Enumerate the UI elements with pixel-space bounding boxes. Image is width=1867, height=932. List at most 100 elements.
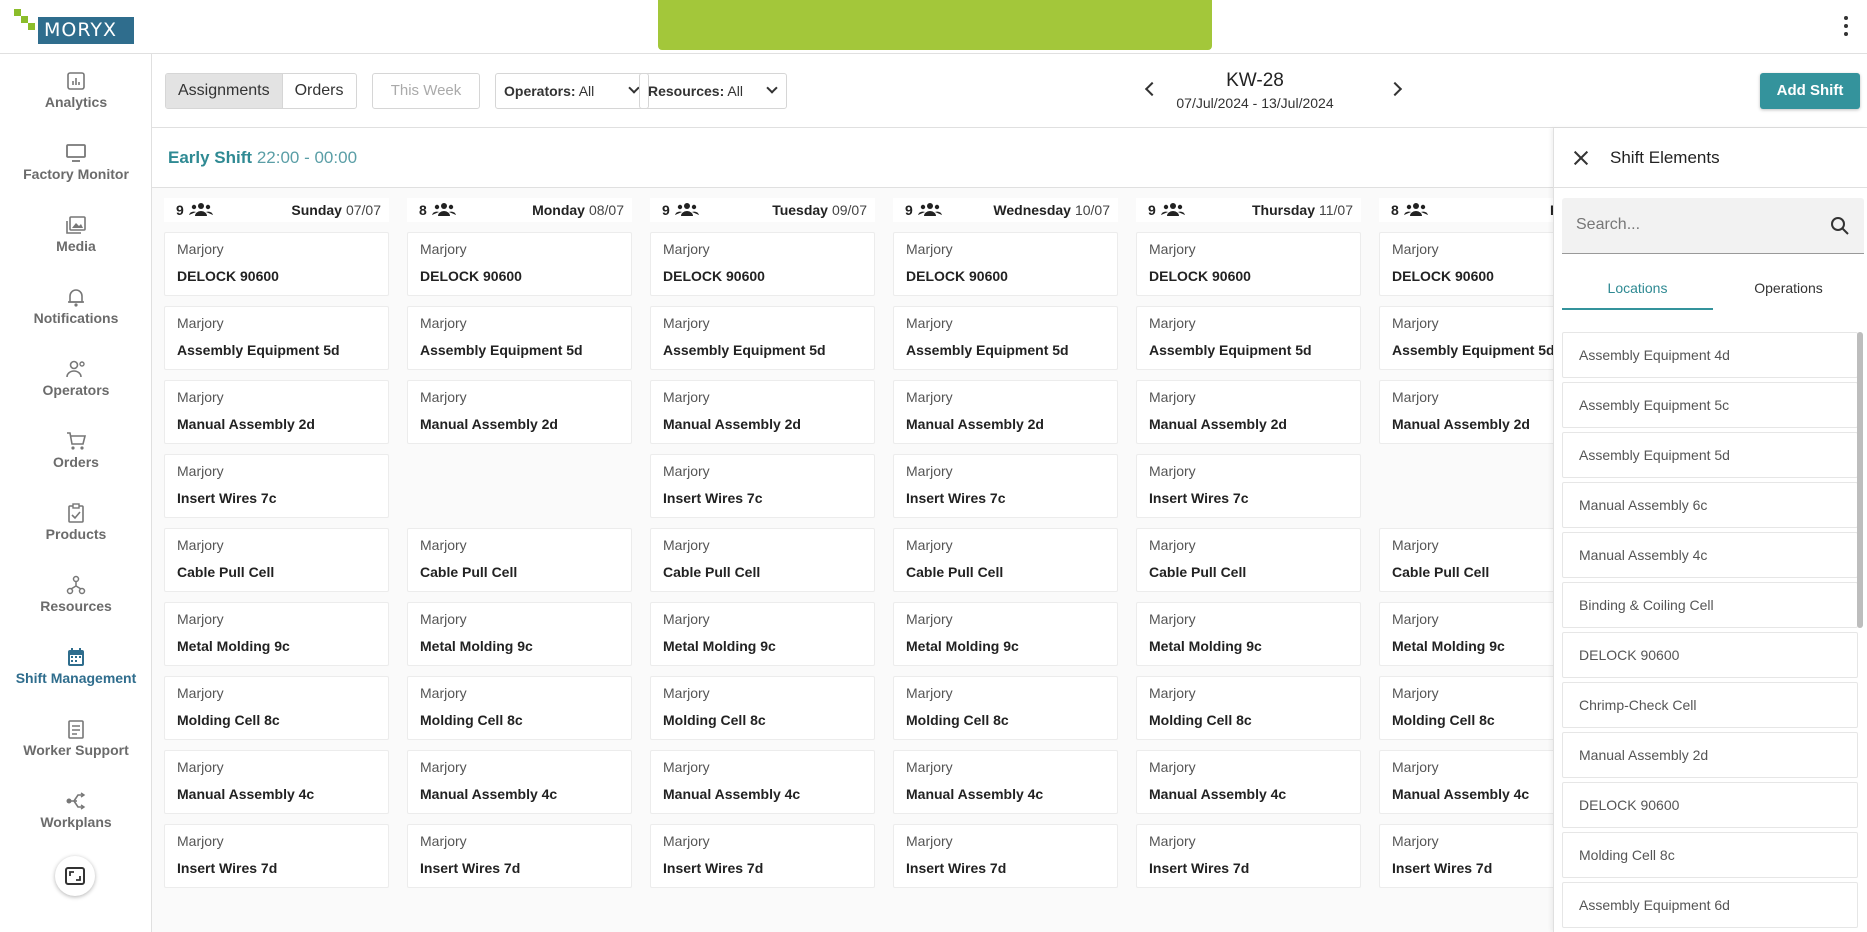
- people-icon: [1403, 202, 1428, 219]
- assignment-card[interactable]: Marjory Assembly Equipment 5d: [893, 306, 1118, 370]
- shift-header[interactable]: Early Shift 22:00 - 00:00: [152, 128, 1553, 188]
- sidebar-item-resources[interactable]: Resources: [0, 566, 152, 626]
- assignment-card[interactable]: Marjory Molding Cell 8c: [407, 676, 632, 740]
- location-item[interactable]: Manual Assembly 6c: [1562, 482, 1858, 528]
- assignment-card[interactable]: Marjory Insert Wires 7d: [164, 824, 389, 888]
- sidebar-item-workplans[interactable]: Workplans: [0, 782, 152, 842]
- assignment-card[interactable]: Marjory Insert Wires 7d: [1136, 824, 1361, 888]
- assignment-card[interactable]: Marjory Metal Molding 9c: [1136, 602, 1361, 666]
- tab-locations[interactable]: Locations: [1562, 268, 1713, 310]
- expand-sidebar-button[interactable]: [55, 856, 95, 896]
- next-week-icon[interactable]: [1387, 81, 1403, 97]
- search-input[interactable]: [1562, 198, 1812, 252]
- assignment-card[interactable]: Marjory Insert Wires 7d: [407, 824, 632, 888]
- assignment-card[interactable]: Marjory Assembly Equipment 5d: [407, 306, 632, 370]
- operators-filter[interactable]: Operators: All: [495, 73, 649, 109]
- assignment-card[interactable]: Marjory DELOCK 90600: [1379, 232, 1553, 296]
- operator-name: Marjory: [177, 537, 224, 553]
- operator-name: Marjory: [420, 611, 467, 627]
- assignment-card[interactable]: Marjory Assembly Equipment 5d: [650, 306, 875, 370]
- assignment-card[interactable]: Marjory Manual Assembly 2d: [650, 380, 875, 444]
- operator-name: Marjory: [1392, 833, 1439, 849]
- assignment-card[interactable]: Marjory Insert Wires 7d: [893, 824, 1118, 888]
- assignment-card[interactable]: Marjory Cable Pull Cell: [164, 528, 389, 592]
- assignment-card[interactable]: Marjory Metal Molding 9c: [1379, 602, 1553, 666]
- assignment-card[interactable]: Marjory Manual Assembly 2d: [1136, 380, 1361, 444]
- assignment-card[interactable]: Marjory Molding Cell 8c: [1136, 676, 1361, 740]
- this-week-button[interactable]: This Week: [372, 73, 480, 109]
- location-item[interactable]: Assembly Equipment 4d: [1562, 332, 1858, 378]
- chevron-down-icon: [628, 82, 640, 94]
- sidebar-item-operators[interactable]: Operators: [0, 350, 152, 410]
- sidebar-item-shift-management[interactable]: Shift Management: [0, 638, 152, 698]
- assignment-card[interactable]: Marjory Cable Pull Cell: [407, 528, 632, 592]
- more-menu-icon[interactable]: [1843, 16, 1849, 36]
- sidebar-item-factory-monitor[interactable]: Factory Monitor: [0, 134, 152, 194]
- operator-count: 9: [1148, 202, 1156, 218]
- assignment-card[interactable]: Marjory DELOCK 90600: [407, 232, 632, 296]
- assignment-card[interactable]: Marjory Manual Assembly 2d: [407, 380, 632, 444]
- location-item[interactable]: DELOCK 90600: [1562, 782, 1858, 828]
- assignment-card[interactable]: Marjory Manual Assembly 4c: [407, 750, 632, 814]
- assignment-card[interactable]: Marjory Metal Molding 9c: [407, 602, 632, 666]
- sidebar-item-analytics[interactable]: Analytics: [0, 62, 152, 122]
- location-item[interactable]: Binding & Coiling Cell: [1562, 582, 1858, 628]
- assignment-card[interactable]: Marjory Manual Assembly 4c: [1379, 750, 1553, 814]
- assignment-card[interactable]: Marjory Molding Cell 8c: [893, 676, 1118, 740]
- assignment-card[interactable]: Marjory Insert Wires 7c: [1136, 454, 1361, 518]
- resources-filter[interactable]: Resources: All: [639, 73, 787, 109]
- sidebar-item-notifications[interactable]: Notifications: [0, 278, 152, 338]
- tab-operations[interactable]: Operations: [1713, 268, 1864, 310]
- close-icon[interactable]: [1574, 151, 1588, 165]
- assignment-card[interactable]: Marjory Manual Assembly 2d: [164, 380, 389, 444]
- assignment-card[interactable]: Marjory Manual Assembly 4c: [650, 750, 875, 814]
- scrollbar[interactable]: [1857, 332, 1863, 628]
- assignment-card[interactable]: Marjory Manual Assembly 2d: [893, 380, 1118, 444]
- add-shift-button[interactable]: Add Shift: [1760, 73, 1860, 109]
- assignment-card[interactable]: Marjory Cable Pull Cell: [1136, 528, 1361, 592]
- moryx-logo[interactable]: MORYX: [14, 9, 134, 45]
- assignment-card[interactable]: Marjory Insert Wires 7d: [650, 824, 875, 888]
- location-item[interactable]: Chrimp-Check Cell: [1562, 682, 1858, 728]
- assignment-card[interactable]: Marjory Insert Wires 7c: [893, 454, 1118, 518]
- assignment-card[interactable]: Marjory Assembly Equipment 5d: [1379, 306, 1553, 370]
- assignment-card[interactable]: Marjory Cable Pull Cell: [650, 528, 875, 592]
- assignment-card[interactable]: Marjory DELOCK 90600: [893, 232, 1118, 296]
- assignment-card[interactable]: Marjory Assembly Equipment 5d: [164, 306, 389, 370]
- search-icon[interactable]: [1830, 216, 1850, 236]
- sidebar-item-products[interactable]: Products: [0, 494, 152, 554]
- assignment-card[interactable]: Marjory Cable Pull Cell: [1379, 528, 1553, 592]
- sidebar-item-media[interactable]: Media: [0, 206, 152, 266]
- location-item[interactable]: Assembly Equipment 5d: [1562, 432, 1858, 478]
- assignment-card[interactable]: Marjory Metal Molding 9c: [893, 602, 1118, 666]
- location-item[interactable]: Manual Assembly 4c: [1562, 532, 1858, 578]
- day-name: Monday: [532, 202, 585, 218]
- location-item[interactable]: Assembly Equipment 5c: [1562, 382, 1858, 428]
- sidebar-item-worker-support[interactable]: Worker Support: [0, 710, 152, 770]
- location-item[interactable]: DELOCK 90600: [1562, 632, 1858, 678]
- location-item[interactable]: Manual Assembly 2d: [1562, 732, 1858, 778]
- assignment-card[interactable]: Marjory DELOCK 90600: [1136, 232, 1361, 296]
- assignment-card[interactable]: Marjory Assembly Equipment 5d: [1136, 306, 1361, 370]
- location-item[interactable]: Molding Cell 8c: [1562, 832, 1858, 878]
- assignment-card[interactable]: Marjory Molding Cell 8c: [1379, 676, 1553, 740]
- assignments-tab[interactable]: Assignments: [166, 74, 282, 108]
- sidebar-item-orders[interactable]: Orders: [0, 422, 152, 482]
- assignment-card[interactable]: Marjory Insert Wires 7c: [650, 454, 875, 518]
- assignment-card[interactable]: Marjory DELOCK 90600: [164, 232, 389, 296]
- assignment-card[interactable]: Marjory Molding Cell 8c: [164, 676, 389, 740]
- assignment-card[interactable]: Marjory Insert Wires 7c: [164, 454, 389, 518]
- location-item[interactable]: Assembly Equipment 6d: [1562, 882, 1858, 928]
- assignment-card[interactable]: Marjory Manual Assembly 4c: [164, 750, 389, 814]
- assignment-card[interactable]: Marjory Manual Assembly 4c: [893, 750, 1118, 814]
- assignment-card[interactable]: Marjory Insert Wires 7d: [1379, 824, 1553, 888]
- assignment-card[interactable]: Marjory Metal Molding 9c: [164, 602, 389, 666]
- assignment-card[interactable]: Marjory Manual Assembly 4c: [1136, 750, 1361, 814]
- assignment-card[interactable]: Marjory Cable Pull Cell: [893, 528, 1118, 592]
- orders-tab[interactable]: Orders: [281, 74, 356, 108]
- assignment-card[interactable]: Marjory DELOCK 90600: [650, 232, 875, 296]
- assignment-card[interactable]: Marjory Metal Molding 9c: [650, 602, 875, 666]
- operator-count: 8: [419, 202, 427, 218]
- assignment-card[interactable]: Marjory Molding Cell 8c: [650, 676, 875, 740]
- assignment-card[interactable]: Marjory Manual Assembly 2d: [1379, 380, 1553, 444]
